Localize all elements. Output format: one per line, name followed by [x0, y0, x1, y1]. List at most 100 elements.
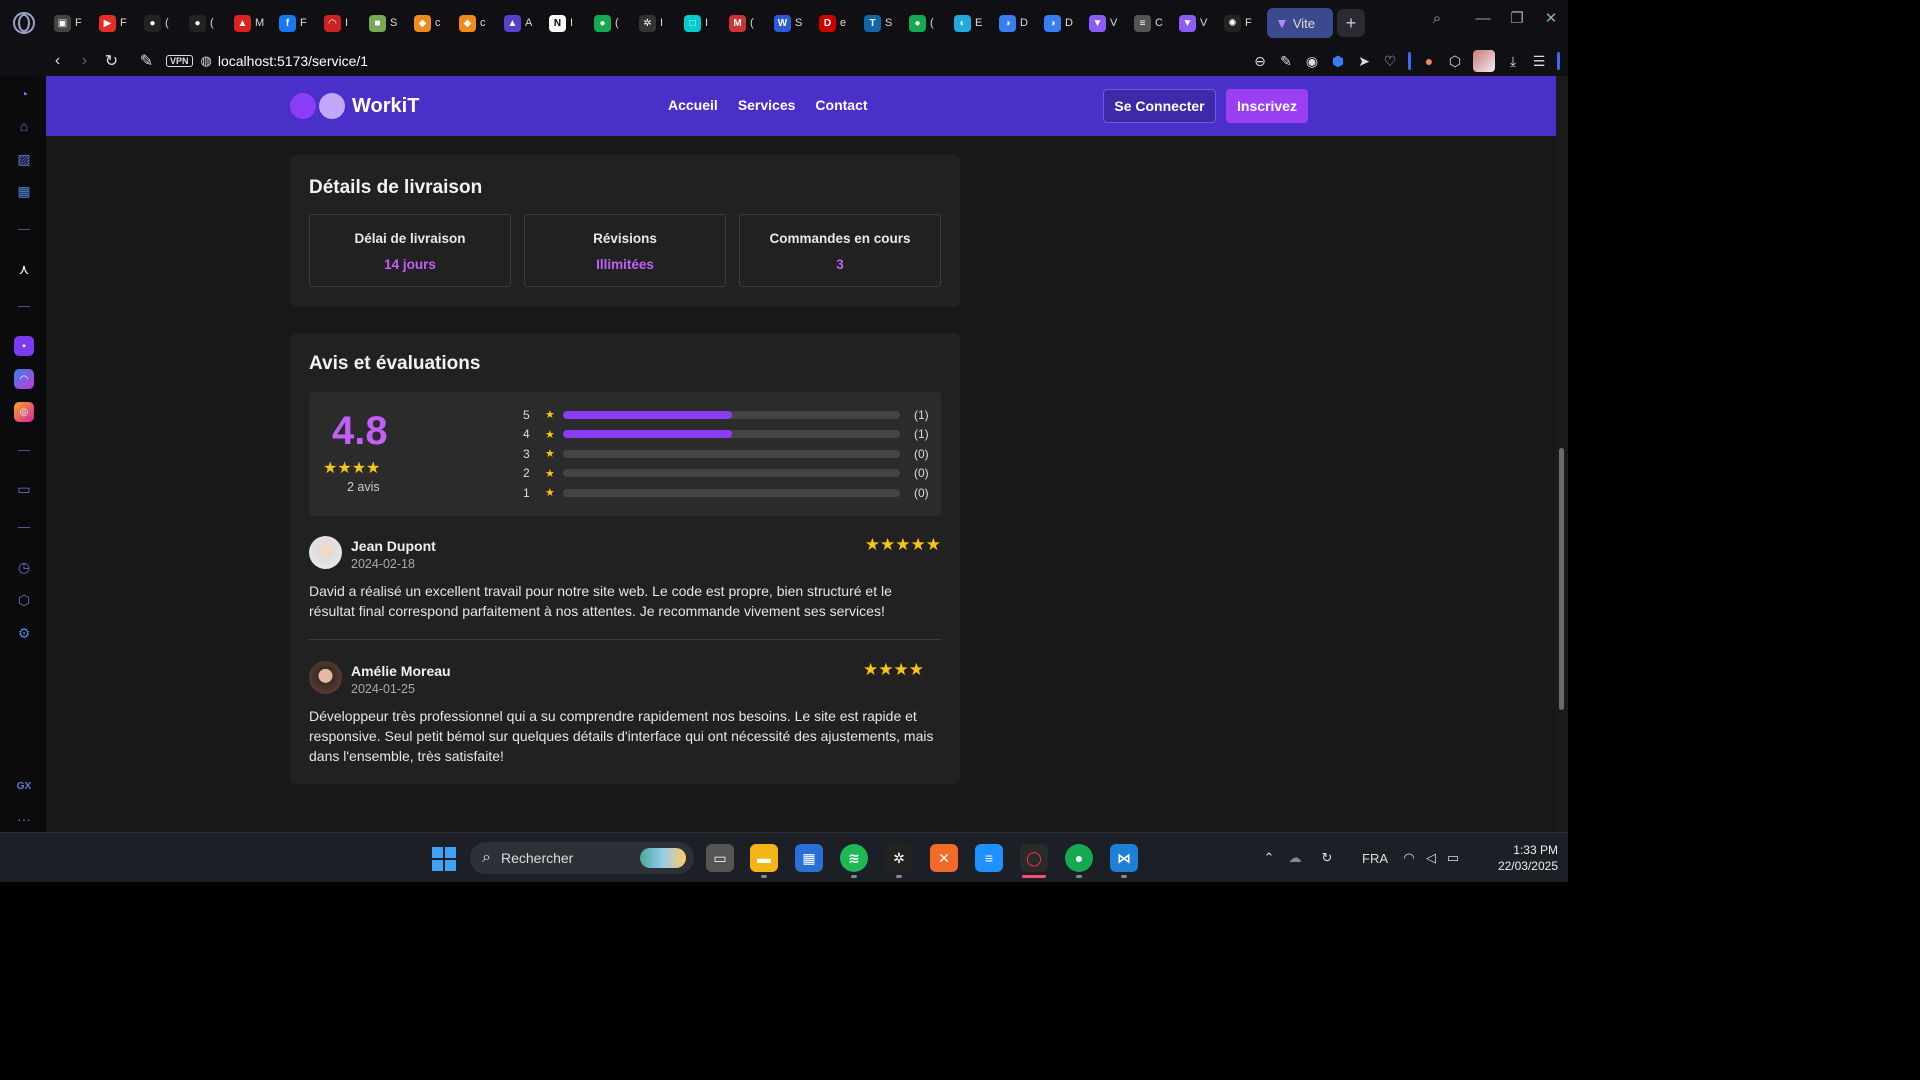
microsoft-store-icon[interactable]: ▦	[795, 844, 823, 872]
heart-icon[interactable]: ♡	[1382, 53, 1398, 70]
brand-logo[interactable]: WorkiT	[290, 93, 419, 119]
onedrive-icon[interactable]: ☁	[1278, 850, 1312, 866]
gx-label[interactable]: GX	[14, 776, 34, 796]
battery-icon[interactable]: ▭	[1442, 850, 1464, 866]
gx-control-icon[interactable]: ⌂	[14, 116, 34, 136]
send-icon[interactable]: ➤	[1356, 53, 1372, 70]
cube-icon[interactable]: ⬡	[1447, 53, 1463, 70]
vpn-badge[interactable]: VPN	[166, 55, 193, 67]
tab[interactable]: ▲ A	[498, 8, 543, 38]
github-icon: ●	[189, 14, 206, 32]
vscode-icon[interactable]: ⋈	[1110, 844, 1138, 872]
shield-icon[interactable]: ⬢	[1330, 53, 1346, 70]
nav-link-services[interactable]: Services	[738, 97, 796, 113]
more-icon[interactable]: ···	[14, 809, 34, 829]
history-icon[interactable]: ◷	[14, 557, 34, 577]
cleaner-icon[interactable]: ▨	[14, 149, 34, 169]
tab[interactable]: ◐ E	[948, 8, 993, 38]
wifi-icon[interactable]: ◠	[1398, 850, 1420, 866]
wallet-icon[interactable]: ▭	[14, 479, 34, 499]
avatar	[309, 536, 342, 569]
extensions-icon[interactable]: ⬡	[14, 590, 34, 610]
close-icon[interactable]: ✕	[1534, 9, 1568, 27]
tab[interactable]: fF	[273, 8, 318, 38]
chatgpt-icon[interactable]: ✲	[885, 844, 913, 872]
tab[interactable]: ●(	[138, 8, 183, 38]
url-field[interactable]: localhost:5173/service/1	[218, 53, 368, 69]
tab-strip: ▣ F ▶ F ●(●(▲ Mf F ◠ I ■ S ◆ c ◆ c ▲ A N I ●(✲ I □ I M(W S De T S ●(…	[48, 0, 1263, 46]
tab[interactable]: ▼ V	[1173, 8, 1218, 38]
edit-icon[interactable]: ✎	[1278, 53, 1294, 70]
mongodb-compass-icon[interactable]: ●	[1065, 844, 1093, 872]
search-tabs-icon[interactable]: ⌕	[1420, 10, 1454, 27]
tab[interactable]: ✺ F	[1218, 8, 1263, 38]
tab[interactable]: WS	[768, 8, 813, 38]
nav-link-accueil[interactable]: Accueil	[668, 97, 718, 113]
file-explorer-icon[interactable]: ▬	[750, 844, 778, 872]
easy-setup-icon[interactable]: ✎	[133, 51, 160, 71]
language-indicator[interactable]: FRA	[1352, 851, 1398, 866]
spotify-icon[interactable]: ≋	[840, 844, 868, 872]
task-view-icon[interactable]: ▭	[706, 844, 734, 872]
camera-icon[interactable]: ◉	[1304, 53, 1320, 70]
volume-icon[interactable]: ◁	[1420, 850, 1442, 866]
site-header: WorkiT Accueil Services Contact Se Conne…	[46, 76, 1556, 136]
tab[interactable]: ●(	[903, 8, 948, 38]
tab[interactable]: ◑ D	[993, 8, 1038, 38]
clock[interactable]: 1:33 PM 22/03/2025	[1478, 842, 1558, 874]
zoom-icon[interactable]: ⊖	[1252, 53, 1268, 70]
tab[interactable]: ●(	[183, 8, 228, 38]
tab[interactable]: ●(	[588, 8, 633, 38]
back-icon[interactable]: ‹	[44, 52, 71, 70]
star-level: 2	[523, 466, 530, 481]
tab[interactable]: ■ S	[363, 8, 408, 38]
nav-link-contact[interactable]: Contact	[815, 97, 867, 113]
profile-avatar[interactable]	[1473, 50, 1495, 72]
aria-icon[interactable]: ⋏	[14, 259, 34, 279]
tab[interactable]: ▼ V	[1083, 8, 1128, 38]
login-button[interactable]: Se Connecter	[1103, 89, 1216, 123]
instagram-icon[interactable]: ◎	[14, 402, 34, 422]
tab[interactable]: ✲ I	[633, 8, 678, 38]
forward-icon[interactable]: ›	[71, 52, 98, 70]
tab[interactable]: NI	[543, 8, 588, 38]
tab[interactable]: De	[813, 8, 858, 38]
new-tab-button[interactable]: +	[1337, 9, 1365, 37]
opera-menu-button[interactable]	[0, 0, 48, 46]
opera-gx-icon[interactable]: ◯	[1020, 844, 1048, 872]
xampp-icon[interactable]: ✕	[930, 844, 958, 872]
tab[interactable]: TS	[858, 8, 903, 38]
extension-icon[interactable]: ●	[1421, 53, 1437, 69]
twitch-icon[interactable]: ▪	[14, 336, 34, 356]
minimize-icon[interactable]: —	[1466, 10, 1500, 27]
mongodb-icon: ●	[594, 14, 611, 32]
hot-tabs-icon[interactable]: ▦	[14, 181, 34, 201]
tab[interactable]: M(	[723, 8, 768, 38]
taskbar-search[interactable]: ⌕ Rechercher	[470, 842, 694, 874]
speed-dial-icon[interactable]: ◔	[14, 84, 34, 104]
messenger-icon[interactable]: ◠	[14, 369, 34, 389]
sync-icon[interactable]: ↻	[1312, 850, 1342, 866]
tab-active[interactable]: ▼ Vite	[1267, 8, 1333, 38]
tab[interactable]: ◆ c	[453, 8, 498, 38]
tab[interactable]: □ I	[678, 8, 723, 38]
tab[interactable]: ▣ F	[48, 8, 93, 38]
page-scrollbar[interactable]	[1556, 76, 1568, 832]
delivery-details-card: Détails de livraison Délai de livraison …	[290, 155, 960, 307]
signup-button[interactable]: Inscrivez	[1226, 89, 1308, 123]
maximize-icon[interactable]: ❐	[1500, 9, 1534, 27]
tab[interactable]: ◠ I	[318, 8, 363, 38]
tab[interactable]: ▶ F	[93, 8, 138, 38]
tab[interactable]: ▲ M	[228, 8, 273, 38]
tab[interactable]: ≡ C	[1128, 8, 1173, 38]
menu-icon[interactable]: ☰	[1531, 53, 1547, 70]
notepad-icon[interactable]: ≡	[975, 844, 1003, 872]
settings-icon[interactable]: ⚙	[14, 623, 34, 643]
reload-icon[interactable]: ↻	[98, 51, 125, 71]
chevron-up-icon[interactable]: ⌃	[1260, 850, 1278, 866]
tab[interactable]: ◑ D	[1038, 8, 1083, 38]
scrollbar-thumb[interactable]	[1559, 448, 1564, 710]
tab[interactable]: ◆ c	[408, 8, 453, 38]
download-icon[interactable]: ⤓	[1505, 53, 1521, 70]
start-button[interactable]	[432, 847, 456, 871]
